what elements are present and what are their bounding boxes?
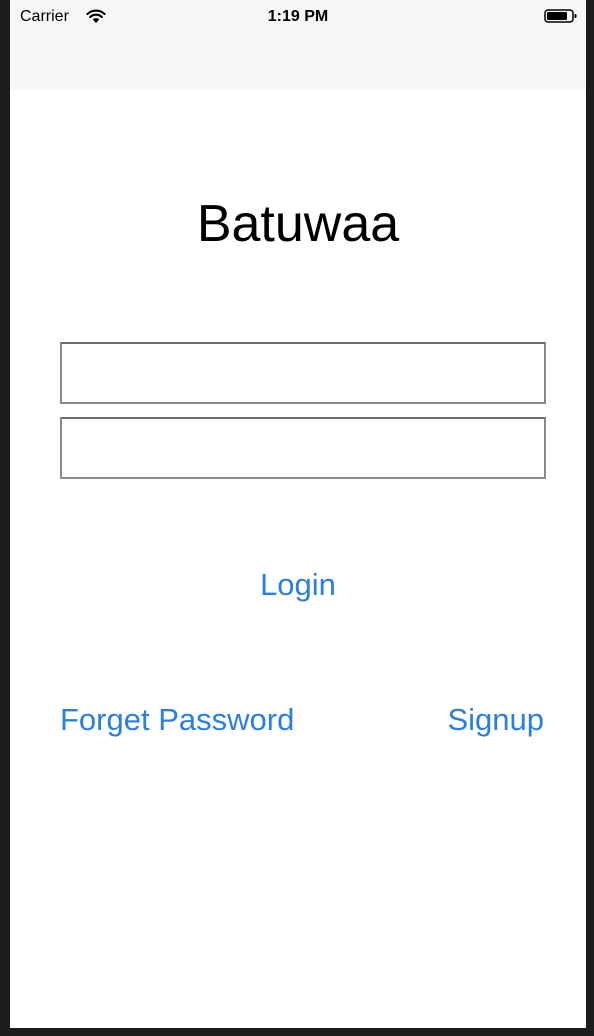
battery-icon xyxy=(544,9,577,23)
navigation-bar xyxy=(10,34,586,90)
login-button[interactable]: Login xyxy=(10,567,586,603)
username-field[interactable] xyxy=(60,342,546,404)
forget-password-button[interactable]: Forget Password xyxy=(60,702,294,738)
password-field[interactable] xyxy=(60,417,546,479)
device-screen: Carrier 1:19 PM Batuwaa Login Forget Pas… xyxy=(10,0,586,1028)
app-title: Batuwaa xyxy=(196,195,400,253)
clock-time: 1:19 PM xyxy=(267,8,329,25)
status-bar: Carrier 1:19 PM xyxy=(10,0,586,34)
signup-button[interactable]: Signup xyxy=(447,702,544,738)
